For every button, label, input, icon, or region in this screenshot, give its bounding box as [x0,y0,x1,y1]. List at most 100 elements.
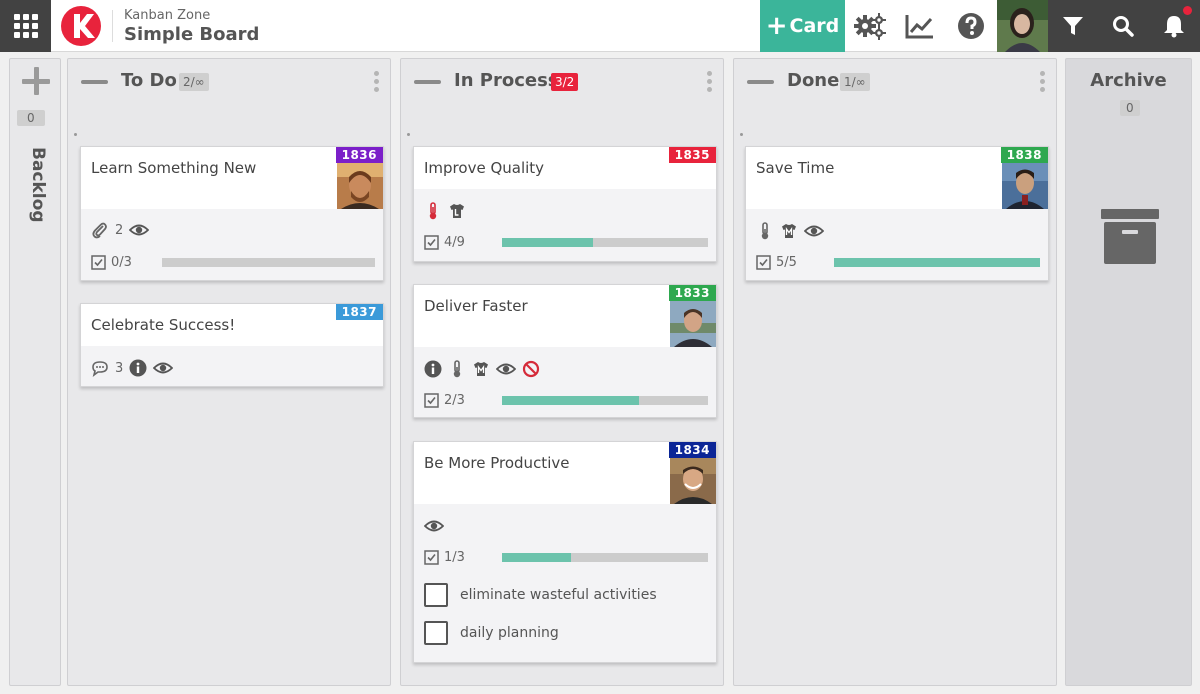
t-shirt-size-medium-icon [474,362,488,376]
card-title: Save Time [756,159,835,177]
bell-icon [1164,16,1184,38]
help-button[interactable] [946,0,996,52]
logo-divider [112,10,113,42]
eye-icon[interactable] [424,517,444,535]
thermometer-icon [761,222,769,240]
card-header: Save Time 1838 [746,147,1048,209]
card-header: Celebrate Success! 1837 [81,304,383,346]
backlog-label: Backlog [28,147,48,223]
card-assignee-avatar[interactable] [337,163,383,209]
eye-icon[interactable] [129,221,150,239]
checklist-icon [424,235,439,250]
progress-label: 0/3 [111,255,132,270]
line-chart-icon [905,15,933,39]
archive-box-icon[interactable] [1101,209,1159,265]
card[interactable]: Improve Quality 1835 4/9 [413,146,717,262]
column-to-do: To Do 2/∞ Learn Something New 1836 2 0/3… [67,58,391,686]
eye-icon[interactable] [496,360,516,378]
card-icons [756,222,824,240]
checklist-icon [756,255,771,270]
card[interactable]: Celebrate Success! 1837 3 [80,303,384,387]
comment-icon [92,361,108,377]
card-title: Learn Something New [91,159,257,177]
notifications-button[interactable] [1148,0,1200,52]
card-title: Improve Quality [424,159,545,177]
card[interactable]: Learn Something New 1836 2 0/3 [80,146,384,281]
column-menu-icon[interactable] [1040,71,1045,95]
card[interactable]: Save Time 1838 5/5 [745,146,1049,281]
card-header: Improve Quality 1835 [414,147,716,189]
checklist-icon [424,393,439,408]
checklist-item-checkbox[interactable] [424,621,448,645]
user-avatar[interactable] [997,0,1048,52]
column-header: In Process 3/2 [401,59,723,105]
card-title: Deliver Faster [424,297,528,315]
progress-label: 1/3 [444,550,465,565]
collapse-column-icon[interactable] [747,80,774,84]
filter-button[interactable] [1048,0,1098,52]
eye-icon[interactable] [804,222,824,240]
board-name[interactable]: Simple Board [124,24,259,45]
assignee-photo-icon [670,458,716,504]
archive-column[interactable]: Archive 0 [1065,58,1192,686]
collapse-column-icon[interactable] [81,80,108,84]
backlog-count: 0 [17,110,45,126]
analytics-button[interactable] [895,0,945,52]
thermometer-icon [453,360,461,378]
info-icon[interactable] [129,359,147,377]
card-id-badge: 1833 [668,285,716,301]
assignee-photo-icon [1002,163,1048,209]
checklist-progress: 4/9 [424,235,708,250]
column-in-process: In Process 3/2 Improve Quality 1835 4/9 … [400,58,724,686]
info-icon[interactable] [424,360,442,378]
column-menu-icon[interactable] [707,71,712,95]
apps-menu-button[interactable] [0,0,51,52]
column-title: Done [787,70,840,91]
card[interactable]: Deliver Faster 1833 2/3 [413,284,717,418]
card-title: Celebrate Success! [91,316,236,334]
attachment-count: 2 [115,222,124,238]
add-card-button[interactable]: + Card [760,0,845,52]
add-to-backlog-icon[interactable] [22,67,50,95]
column-header: To Do 2/∞ [68,59,390,105]
eye-icon[interactable] [153,359,174,377]
question-icon [958,13,984,39]
card-header: Learn Something New 1836 [81,147,383,209]
checklist-item: eliminate wasteful activities [424,583,657,607]
checklist-progress: 0/3 [91,255,375,270]
card-assignee-avatar[interactable] [1002,163,1048,209]
column-header: Done 1/∞ [734,59,1056,105]
settings-button[interactable] [845,0,895,52]
search-button[interactable] [1098,0,1148,52]
checklist-item-checkbox[interactable] [424,583,448,607]
checklist-item: daily planning [424,621,559,645]
top-bar: Kanban Zone Simple Board + Card [0,0,1200,52]
card-icons: 2 [91,221,150,239]
card-id-badge: 1837 [335,304,383,320]
card-assignee-avatar[interactable] [670,301,716,347]
checklist-icon [424,550,439,565]
card-assignee-avatar[interactable] [670,458,716,504]
column-menu-icon[interactable] [374,71,379,95]
backlog-column[interactable]: 0 Backlog [9,58,61,686]
checklist-item-label: daily planning [460,625,559,641]
paperclip-icon [92,222,107,239]
card-id-badge: 1835 [668,147,716,163]
card-icons [424,360,540,378]
progress-label: 2/3 [444,393,465,408]
card-id-badge: 1836 [335,147,383,163]
card[interactable]: Be More Productive 1834 1/3 eliminate wa… [413,441,717,663]
assignee-photo-icon [337,163,383,209]
progress-bar [502,238,708,247]
checklist-icon [91,255,106,270]
blocked-icon[interactable] [522,360,540,378]
checklist-progress: 2/3 [424,393,708,408]
t-shirt-size-large-icon [450,204,464,218]
collapse-column-icon[interactable] [414,80,441,84]
kanban-zone-logo[interactable] [60,5,102,47]
apps-grid-icon [13,14,38,38]
archive-count: 0 [1120,100,1140,116]
archive-title: Archive [1090,70,1167,91]
gears-icon [854,13,886,40]
checklist-progress: 1/3 [424,550,708,565]
